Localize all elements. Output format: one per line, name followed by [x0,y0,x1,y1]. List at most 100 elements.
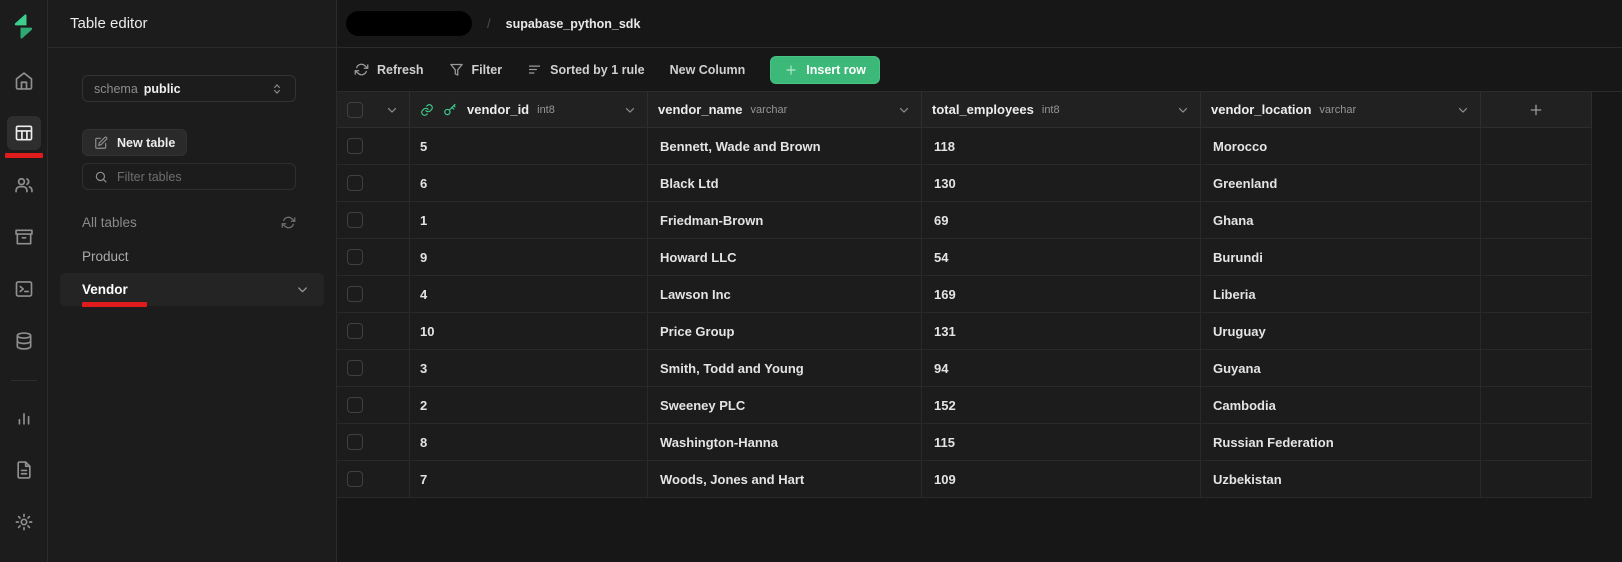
row-checkbox[interactable] [347,471,363,487]
cell-total_employees[interactable]: 131 [922,313,1201,350]
filter-tables-input[interactable]: Filter tables [82,163,296,190]
chevron-down-icon[interactable] [295,282,310,297]
cell-total_employees[interactable]: 94 [922,350,1201,387]
cell-empty[interactable] [1481,128,1592,165]
cell-empty[interactable] [1481,313,1592,350]
row-checkbox[interactable] [347,397,363,413]
cell-vendor_name[interactable]: Woods, Jones and Hart [648,461,922,498]
cell-vendor_name[interactable]: Bennett, Wade and Brown [648,128,922,165]
cell-vendor_id[interactable]: 1 [410,202,648,239]
cell-vendor_name[interactable]: Black Ltd [648,165,922,202]
cell-empty[interactable] [1481,424,1592,461]
supabase-logo-icon[interactable] [10,13,37,40]
cell-empty[interactable] [1481,461,1592,498]
cell-empty[interactable] [1481,276,1592,313]
nav-settings-button[interactable] [7,505,41,539]
cell-vendor_name[interactable]: Howard LLC [648,239,922,276]
cell-vendor_location[interactable]: Uruguay [1201,313,1481,350]
cell-total_employees[interactable]: 54 [922,239,1201,276]
row-checkbox[interactable] [347,323,363,339]
nav-reports-button[interactable] [7,401,41,435]
cell-vendor_id[interactable]: 4 [410,276,648,313]
cell-vendor_id[interactable]: 9 [410,239,648,276]
row-checkbox[interactable] [347,360,363,376]
cell-total_employees[interactable]: 118 [922,128,1201,165]
nav-auth-button[interactable] [7,168,41,202]
row-checkbox[interactable] [347,175,363,191]
row-checkbox[interactable] [347,249,363,265]
cell-vendor_id[interactable]: 2 [410,387,648,424]
cell-vendor_location[interactable]: Uzbekistan [1201,461,1481,498]
cell-vendor_id[interactable]: 10 [410,313,648,350]
chevron-down-icon[interactable] [385,103,399,117]
sidebar-table-item-product[interactable]: Product [60,240,324,273]
refresh-tables-icon[interactable] [281,215,296,230]
column-header-vendor-id[interactable]: vendor_id int8 [410,92,648,128]
add-column-header-cell[interactable] [1481,92,1592,128]
row-checkbox[interactable] [347,212,363,228]
cell-total_employees[interactable]: 169 [922,276,1201,313]
cell-vendor_name[interactable]: Smith, Todd and Young [648,350,922,387]
cell-vendor_name[interactable]: Price Group [648,313,922,350]
column-menu-icon[interactable] [623,103,637,117]
cell-vendor_id[interactable]: 6 [410,165,648,202]
cell-vendor_id[interactable]: 3 [410,350,648,387]
cell-vendor_name[interactable]: Sweeney PLC [648,387,922,424]
column-header-total-employees[interactable]: total_employees int8 [922,92,1201,128]
filter-button[interactable]: Filter [449,62,503,77]
cell-vendor_id[interactable]: 8 [410,424,648,461]
nav-storage-button[interactable] [7,220,41,254]
cell-empty[interactable] [1481,387,1592,424]
table-item-label: Vendor [82,282,128,297]
new-column-button[interactable]: New Column [670,63,746,77]
breadcrumb-project[interactable]: supabase_python_sdk [506,17,641,31]
column-header-vendor-name[interactable]: vendor_name varchar [648,92,922,128]
cell-total_employees[interactable]: 152 [922,387,1201,424]
column-menu-icon[interactable] [1176,103,1190,117]
cell-total_employees[interactable]: 115 [922,424,1201,461]
row-checkbox[interactable] [347,434,363,450]
cell-vendor_name[interactable]: Lawson Inc [648,276,922,313]
cell-vendor_location[interactable]: Cambodia [1201,387,1481,424]
cell-total_employees[interactable]: 69 [922,202,1201,239]
sidebar-table-item-vendor[interactable]: Vendor [60,273,324,306]
cell-vendor_location[interactable]: Liberia [1201,276,1481,313]
cell-vendor_name[interactable]: Washington-Hanna [648,424,922,461]
nav-sql-editor-button[interactable] [7,272,41,306]
nav-home-button[interactable] [7,64,41,98]
schema-select[interactable]: schema public [82,75,296,102]
cell-total_employees[interactable]: 109 [922,461,1201,498]
cell-vendor_name[interactable]: Friedman-Brown [648,202,922,239]
refresh-button[interactable]: Refresh [354,62,424,77]
nav-table-editor-button[interactable] [7,116,41,150]
cell-vendor_location[interactable]: Greenland [1201,165,1481,202]
cell-vendor_id[interactable]: 7 [410,461,648,498]
sort-button[interactable]: Sorted by 1 rule [527,62,644,77]
cell-empty[interactable] [1481,350,1592,387]
nav-docs-button[interactable] [7,453,41,487]
cell-vendor_location[interactable]: Russian Federation [1201,424,1481,461]
cell-vendor_location[interactable]: Burundi [1201,239,1481,276]
cell-vendor_location[interactable]: Guyana [1201,350,1481,387]
cell-vendor_id[interactable]: 5 [410,128,648,165]
insert-row-button[interactable]: Insert row [770,56,880,84]
column-menu-icon[interactable] [897,103,911,117]
row-checkbox[interactable] [347,286,363,302]
row-checkbox[interactable] [347,138,363,154]
select-all-checkbox[interactable] [347,102,363,118]
redacted-project-pill[interactable] [346,11,472,36]
cell-empty[interactable] [1481,165,1592,202]
cell-total_employees[interactable]: 130 [922,165,1201,202]
settings-gear-icon [14,512,34,532]
cell-vendor_location[interactable]: Ghana [1201,202,1481,239]
column-name: vendor_name [658,102,743,117]
column-menu-icon[interactable] [1456,103,1470,117]
cell-empty[interactable] [1481,239,1592,276]
insert-row-label: Insert row [806,63,866,77]
cell-vendor_location[interactable]: Morocco [1201,128,1481,165]
cell-empty[interactable] [1481,202,1592,239]
column-header-vendor-location[interactable]: vendor_location varchar [1201,92,1481,128]
data-grid: vendor_id int8 vendor_name varchar total… [337,92,1622,562]
nav-database-button[interactable] [7,324,41,358]
new-table-button[interactable]: New table [82,129,187,156]
